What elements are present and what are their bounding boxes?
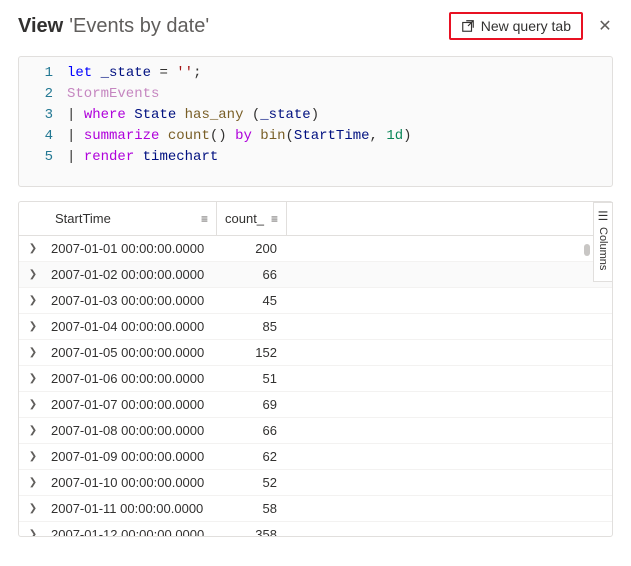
expand-row-icon[interactable]: ❯ <box>19 477 47 488</box>
cell-starttime: 2007-01-09 00:00:00.0000 <box>47 449 217 464</box>
close-button[interactable]: ✕ <box>597 16 613 36</box>
cell-starttime: 2007-01-10 00:00:00.0000 <box>47 475 217 490</box>
cell-starttime: 2007-01-06 00:00:00.0000 <box>47 371 217 386</box>
table-row[interactable]: ❯2007-01-08 00:00:00.000066 <box>19 418 612 444</box>
cell-starttime: 2007-01-02 00:00:00.0000 <box>47 267 217 282</box>
line-number: 5 <box>29 147 53 168</box>
expand-row-icon[interactable]: ❯ <box>19 451 47 462</box>
expand-row-icon[interactable]: ❯ <box>19 295 47 306</box>
cell-starttime: 2007-01-07 00:00:00.0000 <box>47 397 217 412</box>
cell-starttime: 2007-01-12 00:00:00.0000 <box>47 527 217 536</box>
results-grid: ☰ Columns StartTime ≡ count_ ≡ ❯2007-01-… <box>18 201 613 537</box>
expand-row-icon[interactable]: ❯ <box>19 373 47 384</box>
new-query-tab-button[interactable]: New query tab <box>449 12 583 40</box>
expand-row-icon[interactable]: ❯ <box>19 243 47 254</box>
table-row[interactable]: ❯2007-01-01 00:00:00.0000200 <box>19 236 612 262</box>
open-external-icon <box>461 19 475 33</box>
cell-starttime: 2007-01-04 00:00:00.0000 <box>47 319 217 334</box>
scrollbar-thumb[interactable] <box>584 244 590 256</box>
expand-row-icon[interactable]: ❯ <box>19 347 47 358</box>
code-line: 5| render timechart <box>29 147 602 168</box>
cell-starttime: 2007-01-01 00:00:00.0000 <box>47 241 217 256</box>
cell-count: 51 <box>217 371 287 386</box>
table-row[interactable]: ❯2007-01-07 00:00:00.000069 <box>19 392 612 418</box>
new-query-tab-label: New query tab <box>481 18 571 34</box>
header-title-prefix: View <box>18 15 63 38</box>
line-number: 1 <box>29 63 53 84</box>
column-menu-icon[interactable]: ≡ <box>265 212 278 226</box>
cell-count: 200 <box>217 241 287 256</box>
expand-row-icon[interactable]: ❯ <box>19 529 47 536</box>
table-row[interactable]: ❯2007-01-06 00:00:00.000051 <box>19 366 612 392</box>
expand-row-icon[interactable]: ❯ <box>19 503 47 514</box>
table-row[interactable]: ❯2007-01-12 00:00:00.0000358 <box>19 522 612 536</box>
table-row[interactable]: ❯2007-01-02 00:00:00.000066 <box>19 262 612 288</box>
table-row[interactable]: ❯2007-01-10 00:00:00.000052 <box>19 470 612 496</box>
table-header-row: StartTime ≡ count_ ≡ <box>19 202 612 236</box>
expand-row-icon[interactable]: ❯ <box>19 321 47 332</box>
columns-label: Columns <box>597 227 609 270</box>
cell-count: 85 <box>217 319 287 334</box>
line-number: 2 <box>29 84 53 105</box>
table-row[interactable]: ❯2007-01-04 00:00:00.000085 <box>19 314 612 340</box>
column-header-count[interactable]: count_ ≡ <box>217 202 287 235</box>
panel-header: View 'Events by date' New query tab ✕ <box>0 0 631 50</box>
table-row[interactable]: ❯2007-01-05 00:00:00.0000152 <box>19 340 612 366</box>
code-line: 4| summarize count() by bin(StartTime, 1… <box>29 126 602 147</box>
cell-count: 58 <box>217 501 287 516</box>
columns-icon: ☰ <box>596 209 610 223</box>
header-title-name: 'Events by date' <box>69 15 209 38</box>
table-body[interactable]: ❯2007-01-01 00:00:00.0000200❯2007-01-02 … <box>19 236 612 536</box>
expand-row-icon[interactable]: ❯ <box>19 269 47 280</box>
cell-count: 358 <box>217 527 287 536</box>
line-number: 3 <box>29 105 53 126</box>
table-row[interactable]: ❯2007-01-11 00:00:00.000058 <box>19 496 612 522</box>
cell-count: 62 <box>217 449 287 464</box>
cell-count: 66 <box>217 267 287 282</box>
line-number: 4 <box>29 126 53 147</box>
query-editor[interactable]: 1let _state = '';2StormEvents3| where St… <box>18 56 613 187</box>
table-row[interactable]: ❯2007-01-03 00:00:00.000045 <box>19 288 612 314</box>
cell-count: 45 <box>217 293 287 308</box>
cell-starttime: 2007-01-03 00:00:00.0000 <box>47 293 217 308</box>
cell-starttime: 2007-01-05 00:00:00.0000 <box>47 345 217 360</box>
columns-panel-toggle[interactable]: ☰ Columns <box>593 202 613 282</box>
expand-row-icon[interactable]: ❯ <box>19 425 47 436</box>
cell-count: 66 <box>217 423 287 438</box>
cell-count: 152 <box>217 345 287 360</box>
code-line: 1let _state = ''; <box>29 63 602 84</box>
table-row[interactable]: ❯2007-01-09 00:00:00.000062 <box>19 444 612 470</box>
cell-starttime: 2007-01-08 00:00:00.0000 <box>47 423 217 438</box>
expand-row-icon[interactable]: ❯ <box>19 399 47 410</box>
cell-count: 69 <box>217 397 287 412</box>
code-line: 3| where State has_any (_state) <box>29 105 602 126</box>
cell-starttime: 2007-01-11 00:00:00.0000 <box>47 501 217 516</box>
column-header-starttime[interactable]: StartTime ≡ <box>47 202 217 235</box>
column-menu-icon[interactable]: ≡ <box>195 212 208 226</box>
cell-count: 52 <box>217 475 287 490</box>
code-line: 2StormEvents <box>29 84 602 105</box>
